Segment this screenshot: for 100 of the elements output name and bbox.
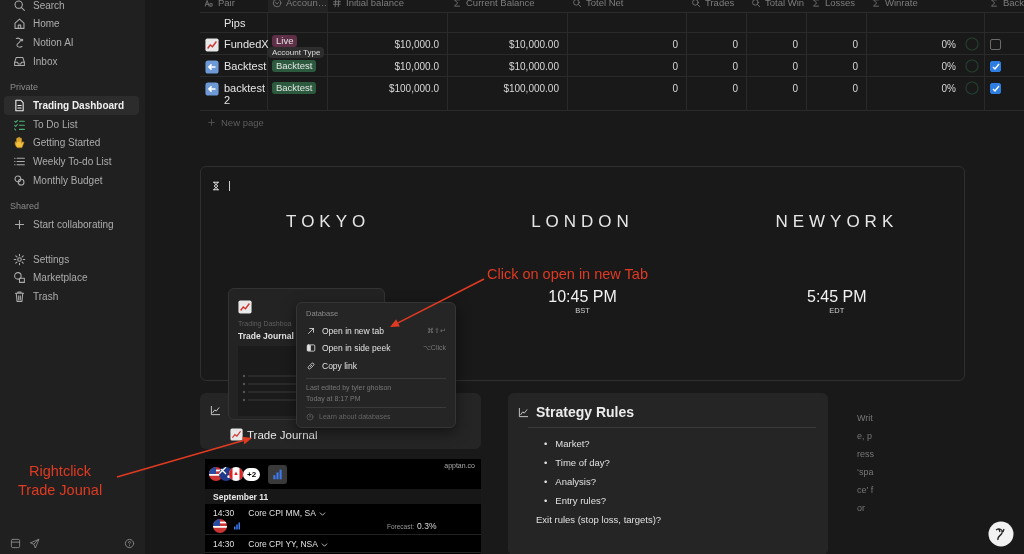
search-icon: [691, 0, 701, 8]
sigma-icon: [452, 0, 462, 8]
table-cell: 0: [568, 77, 687, 111]
table-cell: $100,000.00: [448, 77, 568, 111]
table-cell: 0: [747, 33, 807, 55]
number-sign-icon: [332, 0, 342, 8]
bullet-marker: •: [544, 494, 548, 508]
date-header: September 11: [205, 489, 481, 504]
table-cell: $10,000.00: [448, 33, 568, 55]
sidebar-section-label: Shared: [9, 200, 41, 214]
event-title[interactable]: Core CPI MM, SA: [248, 508, 326, 518]
sidebar-item[interactable]: Home: [4, 14, 139, 34]
shapes-icon: [13, 271, 26, 285]
sidebar-item[interactable]: Start collaborating: [4, 215, 139, 234]
sidebar-item[interactable]: Search: [4, 0, 139, 15]
account-tag: Backtest: [272, 60, 317, 72]
sidebar-item[interactable]: Monthly Budget: [4, 170, 139, 190]
sidebar-item[interactable]: Weekly To-do List: [4, 152, 139, 171]
bullet-marker: •: [544, 437, 548, 451]
event-time: 14:30: [213, 508, 235, 518]
inbox-icon: [13, 54, 26, 68]
caret-icon: [320, 540, 328, 548]
more-count-badge[interactable]: +2: [243, 467, 261, 481]
account-tag: Live: [272, 35, 298, 47]
chart-emoji-icon: [238, 300, 252, 314]
side-panel-icon: [306, 343, 316, 354]
circle-caret-icon: [272, 0, 282, 8]
bullet-item: Time of day?: [555, 456, 610, 470]
home-icon: [13, 17, 26, 31]
table-cell: 0: [687, 55, 747, 77]
sidebar-item[interactable]: Trash: [4, 287, 139, 306]
flag-icon: [209, 467, 223, 481]
waving-hand-icon: [13, 136, 26, 150]
forecast-value: 0.3%: [417, 521, 437, 531]
column-header[interactable]: Totel Net: [568, 0, 687, 13]
sigma-icon: [989, 0, 999, 8]
send-icon: [29, 538, 40, 549]
line-chart-icon: [210, 405, 221, 416]
checkbox[interactable]: [990, 61, 1001, 72]
column-header[interactable]: Losses: [807, 0, 867, 13]
annotation-text: Click on open in new Tab: [487, 266, 648, 282]
clock-time: 10:45 PM: [548, 288, 617, 306]
checklist-icon: [13, 117, 26, 131]
card-title: Strategy Rules: [536, 404, 635, 420]
table-cell: 0: [807, 55, 867, 77]
hourglass-icon: [211, 181, 221, 191]
bullet-marker: •: [544, 456, 548, 470]
flag-icon: [213, 519, 227, 533]
settings-icon: [13, 252, 26, 266]
chart-emoji-icon: [205, 38, 219, 52]
column-header[interactable]: Back: [985, 0, 1024, 13]
tooltip: Account Type: [268, 47, 325, 58]
sigma-icon: [811, 0, 821, 8]
table-cell: 0: [687, 77, 747, 111]
table-cell: 0: [807, 77, 867, 111]
table-cell: 0: [568, 33, 687, 55]
sigma-icon: [871, 0, 881, 8]
help-icon: [306, 412, 314, 421]
sidebar-item[interactable]: Trading Dashboard: [4, 96, 139, 115]
ring-icon: [965, 37, 979, 51]
chart-emoji-icon: [230, 428, 243, 441]
flag-icon: [229, 467, 243, 481]
sidebar-item[interactable]: Inbox: [4, 51, 139, 71]
plus-icon: [207, 118, 216, 127]
bullet-item: Analysis?: [555, 475, 596, 489]
calendar-icon: [10, 538, 21, 549]
table-cell: 0: [568, 55, 687, 77]
winrate-text: 0%: [941, 39, 956, 50]
avatar-icon[interactable]: [988, 521, 1014, 547]
preview-title: Trade Journal: [238, 331, 294, 341]
sidebar-item[interactable]: To Do List: [4, 114, 139, 134]
sidebar-item[interactable]: Notion AI: [4, 33, 139, 52]
sidebar-item[interactable]: Settings: [4, 249, 139, 269]
sidebar-item[interactable]: Getting Started: [4, 133, 139, 153]
checkbox[interactable]: [990, 39, 1001, 50]
database-link[interactable]: Trade Journal: [230, 428, 318, 441]
column-header[interactable]: Winrate: [867, 0, 985, 13]
ring-icon: [965, 81, 979, 95]
column-header[interactable]: Total Win: [747, 0, 807, 13]
winrate-text: 0%: [941, 83, 956, 94]
trash-icon: [13, 289, 26, 303]
column-header[interactable]: Initial balance: [328, 0, 448, 13]
search-icon: [751, 0, 761, 8]
column-header[interactable]: Trades: [687, 0, 747, 13]
link-icon: [306, 360, 316, 371]
event-time: 14:30: [213, 539, 235, 549]
checkbox[interactable]: [990, 83, 1001, 94]
table-cell: 0: [747, 55, 807, 77]
table-cell: $10,000.0: [328, 55, 448, 77]
table-cell: 0: [687, 33, 747, 55]
chart-button[interactable]: [268, 464, 288, 484]
back-arrow-emoji-icon: [205, 60, 219, 74]
search-icon: [13, 0, 26, 12]
column-header[interactable]: Accoun…: [268, 0, 328, 13]
table-cell: Backtest: [200, 55, 268, 77]
column-header[interactable]: Current Balance: [448, 0, 568, 13]
sidebar-item[interactable]: Marketplace: [4, 268, 139, 288]
event-title[interactable]: Core CPI YY, NSA: [248, 539, 328, 549]
menu-item[interactable]: Copy link: [302, 357, 450, 375]
sidebar-section-label: Private: [9, 81, 39, 95]
